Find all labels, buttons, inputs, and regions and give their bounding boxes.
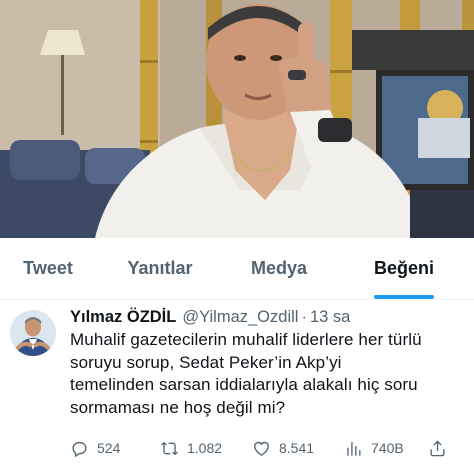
tab-likes-label: Beğeni bbox=[373, 258, 434, 278]
active-tab-indicator bbox=[374, 295, 434, 299]
reply-button[interactable]: 524 bbox=[70, 439, 160, 458]
avatar[interactable] bbox=[10, 310, 56, 356]
tab-tweets-label: Tweet bbox=[23, 258, 73, 278]
share-icon bbox=[430, 439, 445, 456]
avatar-image bbox=[10, 310, 56, 356]
reply-count: 524 bbox=[97, 440, 121, 456]
like-count: 8.541 bbox=[279, 440, 315, 456]
author-name[interactable]: Yılmaz ÖZDİL bbox=[70, 306, 176, 328]
tab-replies-label: Yanıtlar bbox=[127, 258, 193, 278]
header-video-frame[interactable] bbox=[0, 0, 474, 238]
heart-icon bbox=[254, 441, 269, 456]
tab-media[interactable]: Medya bbox=[224, 238, 334, 299]
retweet-count: 1.082 bbox=[187, 440, 223, 456]
views-chart-icon bbox=[347, 441, 361, 456]
like-button[interactable]: 8.541 bbox=[252, 439, 344, 458]
tweet[interactable]: Yılmaz ÖZDİL @Yilmaz_Ozdill · 13 sa Muha… bbox=[0, 300, 474, 474]
meta-separator: · bbox=[301, 308, 307, 326]
retweet-icon bbox=[161, 441, 178, 455]
share-button[interactable] bbox=[428, 439, 458, 458]
reply-icon bbox=[72, 441, 87, 457]
tab-replies[interactable]: Yanıtlar bbox=[96, 238, 224, 299]
tab-likes[interactable]: Beğeni bbox=[334, 238, 474, 299]
retweet-button[interactable]: 1.082 bbox=[160, 439, 252, 458]
tab-tweets[interactable]: Tweet bbox=[0, 238, 96, 299]
tweet-timestamp[interactable]: 13 sa bbox=[310, 306, 350, 328]
tweet-header: Yılmaz ÖZDİL @Yilmaz_Ozdill · 13 sa bbox=[70, 306, 466, 328]
profile-tabs: Tweet Yanıtlar Medya Beğeni bbox=[0, 238, 474, 300]
tweet-text: Muhalif gazetecilerin muhalif liderlere … bbox=[70, 330, 422, 417]
tweet-content: Yılmaz ÖZDİL @Yilmaz_Ozdill · 13 sa Muha… bbox=[70, 306, 466, 419]
view-count: 740B bbox=[371, 440, 404, 456]
views-button[interactable]: 740B bbox=[344, 439, 428, 458]
tab-media-label: Medya bbox=[250, 258, 308, 278]
video-frame-image bbox=[0, 0, 474, 238]
author-handle[interactable]: @Yilmaz_Ozdill bbox=[182, 306, 298, 328]
tweet-actions: 524 1.082 8.541 740B bbox=[70, 434, 466, 462]
